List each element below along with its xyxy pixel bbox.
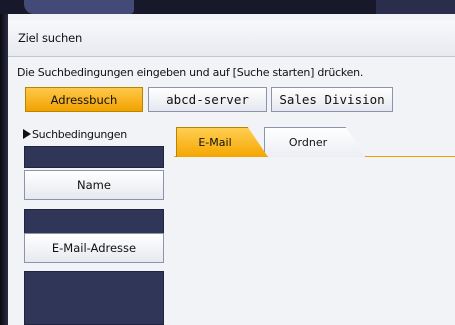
criteria-header-bar: [24, 146, 164, 168]
top-tab-decoration: [376, 0, 455, 14]
screen-edge: [0, 0, 8, 325]
tab-email[interactable]: E-Mail: [176, 127, 268, 157]
address-book-button[interactable]: Adressbuch: [25, 87, 143, 112]
name-field-button[interactable]: Name: [24, 170, 164, 200]
top-tab-decoration: [24, 0, 134, 14]
title-bar: Ziel suchen: [8, 20, 455, 57]
criteria-header-bar: [24, 209, 164, 234]
search-criteria-text: Suchbedingungen: [32, 128, 127, 141]
top-strip: [0, 0, 455, 14]
criteria-panel: [24, 271, 164, 325]
sales-division-button[interactable]: Sales Division: [271, 87, 393, 112]
abcd-server-button[interactable]: abcd-server: [148, 87, 267, 112]
triangle-right-icon: [23, 129, 31, 139]
page-title: Ziel suchen: [18, 31, 83, 45]
search-destination-screen: Ziel suchen Die Suchbedingungen eingeben…: [0, 0, 455, 325]
instruction-text: Die Suchbedingungen eingeben und auf [Su…: [17, 66, 364, 79]
email-address-field-button[interactable]: E-Mail-Adresse: [24, 233, 164, 263]
tab-ordner[interactable]: Ordner: [264, 127, 366, 157]
search-criteria-label: Suchbedingungen: [23, 128, 127, 141]
